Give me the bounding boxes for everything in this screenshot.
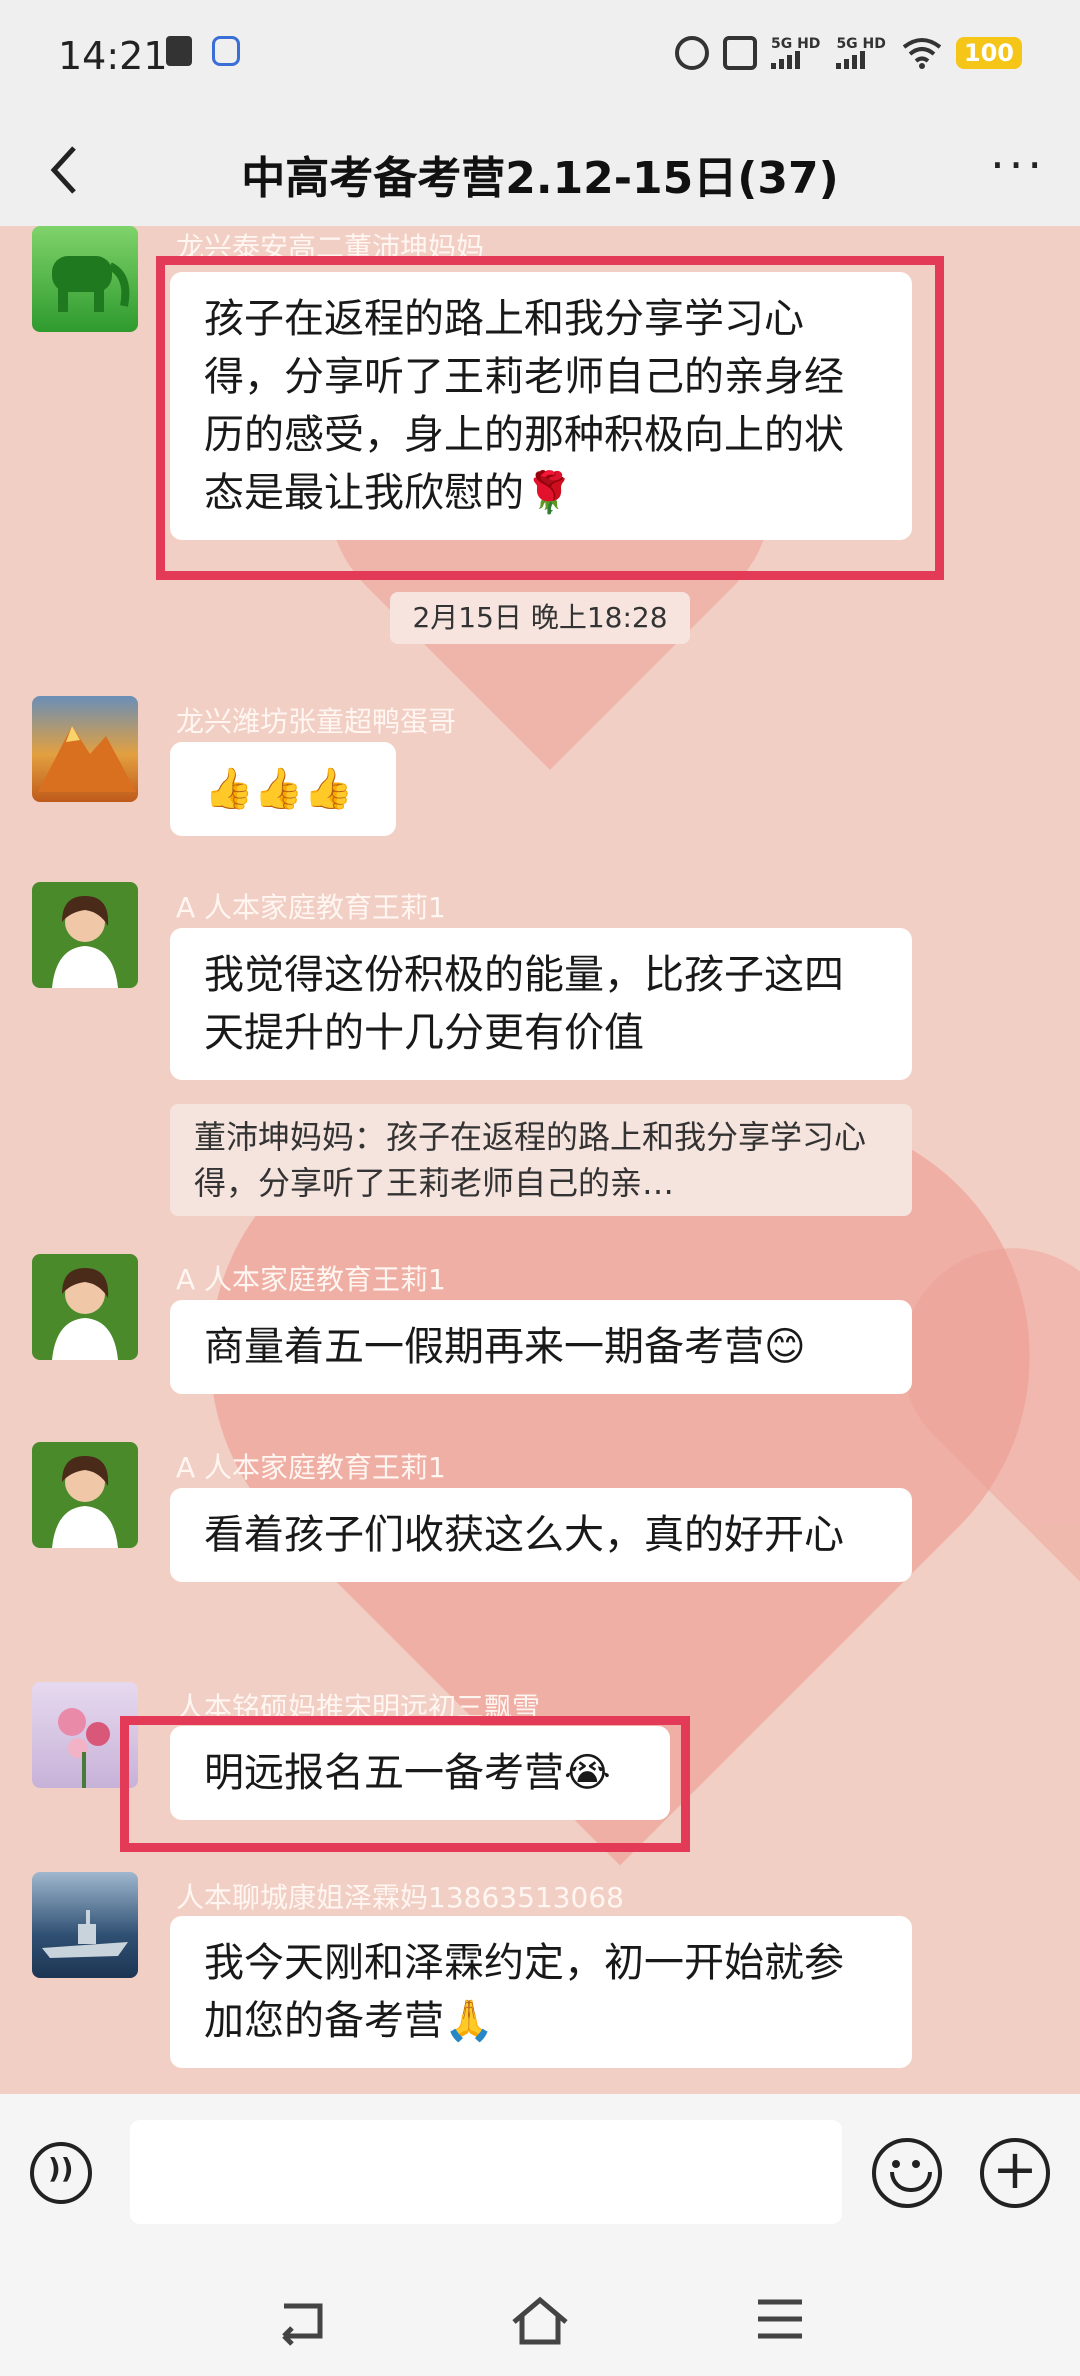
status-time: 14:21: [58, 34, 168, 78]
more-icon[interactable]: ···: [990, 138, 1046, 192]
signal-bars-icon: [770, 51, 822, 69]
chat-header: 中高考备考营2.12-15日(37) ···: [0, 116, 1080, 226]
message-bubble[interactable]: 看着孩子们收获这么大，真的好开心: [170, 1488, 912, 1582]
message-bubble[interactable]: 商量着五一假期再来一期备考营😊: [170, 1300, 912, 1394]
signal-1-label: 5G HD: [770, 36, 821, 52]
message-bubble[interactable]: 我今天刚和泽霖约定，初一开始就参加您的备考营🙏: [170, 1916, 912, 2068]
mountain-avatar[interactable]: [32, 696, 138, 802]
woman-avatar[interactable]: [32, 1254, 138, 1360]
signal-bars-icon: [836, 51, 887, 69]
sender-name: A 人本家庭教育王莉1: [176, 1263, 446, 1296]
sender-name: 龙兴潍坊张童超鸭蛋哥: [176, 705, 457, 738]
sender-name: A 人本家庭教育王莉1: [176, 891, 446, 924]
plus-icon[interactable]: +: [980, 2138, 1050, 2208]
signal-2-label: 5G HD: [836, 36, 886, 52]
highlight-box: [120, 1716, 690, 1852]
mute-icon: [722, 36, 757, 70]
voice-icon[interactable]: [30, 2142, 92, 2204]
status-right: 5G HD 5G HD 100: [674, 36, 1022, 70]
message-bubble[interactable]: 👍👍👍: [170, 742, 396, 836]
signal-2: 5G HD: [836, 37, 887, 69]
highlight-box: [156, 256, 944, 580]
woman-avatar[interactable]: [32, 882, 138, 988]
alarm-icon: [674, 36, 709, 70]
heart-decoration: [934, 1280, 1080, 1592]
nav-home-icon[interactable]: [510, 2296, 570, 2346]
battery-indicator: 100: [955, 37, 1022, 69]
nav-back-icon[interactable]: [274, 2296, 330, 2346]
wifi-icon: [902, 38, 942, 69]
elephant-avatar[interactable]: [32, 226, 138, 332]
sender-name: 人本聊城康姐泽霖妈13863513068: [176, 1881, 624, 1914]
nav-menu-icon[interactable]: [754, 2296, 806, 2342]
paw-icon: [212, 36, 240, 66]
input-bar: +: [0, 2094, 1080, 2260]
emoji-icon[interactable]: [872, 2138, 942, 2208]
system-nav-bar: [0, 2260, 1080, 2376]
message-bubble[interactable]: 我觉得这份积极的能量，比孩子这四天提升的十几分更有价值: [170, 928, 912, 1080]
chat-title: 中高考备考营2.12-15日(37): [241, 153, 839, 204]
ship-avatar[interactable]: [32, 1872, 138, 1978]
signal-1: 5G HD: [770, 36, 822, 69]
sim-card-icon: [166, 36, 192, 66]
sender-name: A 人本家庭教育王莉1: [176, 1451, 446, 1484]
status-bar: 14:21 5G HD 5G HD 100: [0, 0, 1080, 116]
message-input[interactable]: [130, 2120, 842, 2224]
timestamp: 2月15日 晚上18:28: [390, 592, 690, 644]
quoted-message[interactable]: 董沛坤妈妈：孩子在返程的路上和我分享学习心得，分享听了王莉老师自己的亲…: [170, 1104, 912, 1216]
status-left-icons: [166, 36, 240, 66]
woman-avatar[interactable]: [32, 1442, 138, 1548]
